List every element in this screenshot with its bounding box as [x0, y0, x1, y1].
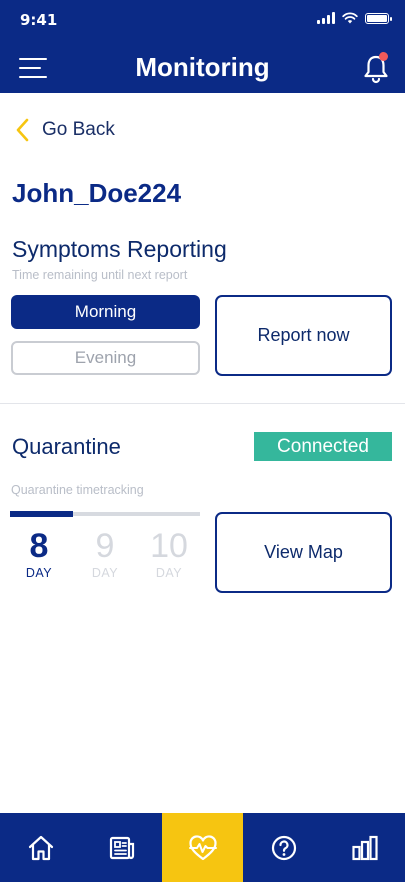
help-icon	[271, 835, 296, 860]
section-divider	[0, 403, 405, 404]
day-label: DAY	[91, 566, 119, 580]
go-back-label: Go Back	[42, 119, 115, 140]
notification-bell-icon[interactable]	[361, 52, 391, 84]
status-time: 9:41	[20, 11, 58, 29]
view-map-button[interactable]: View Map	[215, 512, 392, 593]
bar-chart-icon	[351, 835, 378, 860]
top-bar: 9:41 Monitoring	[0, 0, 405, 93]
day-label: DAY	[155, 566, 183, 580]
home-icon	[28, 835, 53, 860]
day-item-10: 10 DAY	[140, 528, 198, 580]
bottom-nav	[0, 813, 405, 882]
day-number: 10	[150, 527, 188, 565]
nav-item-home[interactable]	[0, 813, 81, 882]
morning-toggle[interactable]: Morning	[11, 295, 200, 329]
day-label: DAY	[25, 566, 53, 580]
nav-item-stats[interactable]	[324, 813, 405, 882]
cellular-signal-icon	[317, 12, 335, 24]
day-item-9: 9 DAY	[76, 528, 134, 580]
status-icons	[317, 12, 392, 24]
day-number: 8	[29, 527, 49, 565]
nav-item-news[interactable]	[81, 813, 162, 882]
quarantine-progress-bar	[10, 511, 200, 517]
wifi-icon	[342, 12, 358, 24]
day-number: 9	[95, 527, 115, 565]
quarantine-title: Quarantine	[12, 434, 121, 459]
day-item-8: 8 DAY	[10, 528, 68, 580]
page-title: Monitoring	[135, 52, 270, 82]
report-now-button[interactable]: Report now	[215, 295, 392, 376]
news-icon	[109, 836, 134, 859]
username: John_Doe224	[12, 178, 182, 208]
battery-icon	[365, 12, 392, 24]
symptoms-title: Symptoms Reporting	[12, 236, 227, 262]
status-badge: Connected	[254, 432, 392, 461]
notification-dot	[379, 52, 388, 61]
go-back-link[interactable]: Go Back	[14, 115, 115, 145]
heart-pulse-icon	[188, 834, 217, 860]
timetracking-label: Quarantine timetracking	[11, 483, 144, 497]
nav-item-help[interactable]	[243, 813, 324, 882]
nav-item-health[interactable]	[162, 813, 243, 882]
chevron-left-icon	[16, 118, 29, 142]
report-timer-label: Time remaining until next report	[12, 268, 188, 282]
quarantine-progress-fill	[10, 511, 73, 517]
evening-toggle[interactable]: Evening	[11, 341, 200, 375]
